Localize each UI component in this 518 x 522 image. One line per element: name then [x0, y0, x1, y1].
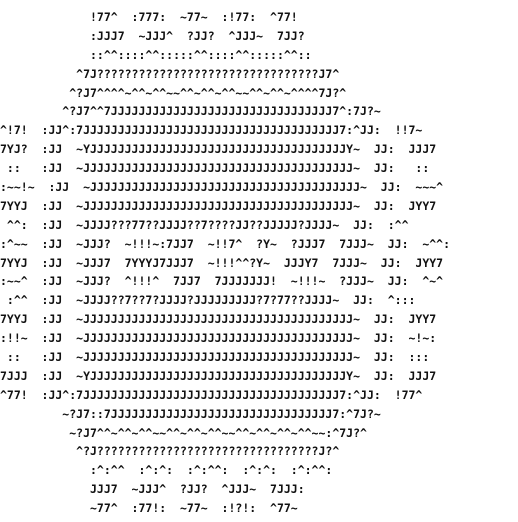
art-line: :~~^ :JJ ~JJJ? ^!!!^ 7JJ7 7JJJJJJJ! ~!!!…: [0, 274, 444, 289]
art-line: 7YYJ :JJ ~JJJJJJJJJJJJJJJJJJJJJJJJJJJJJJ…: [0, 198, 437, 213]
art-line: :!!~ :JJ ~JJJJJJJJJJJJJJJJJJJJJJJJJJJJJJ…: [0, 331, 437, 346]
art-line: ^^: :JJ ~JJJJ???77??JJJJ??7????JJ??JJJJJ…: [0, 217, 409, 232]
art-line: :JJJ7 ~JJJ^ ?JJ? ^JJJ~ 7JJ?: [0, 28, 305, 43]
art-line: ~?J7::7JJJJJJJJJJJJJJJJJJJJJJJJJJJJJJJJ7…: [0, 406, 381, 421]
art-line: 7JJJ :JJ ~YJJJJJJJJJJJJJJJJJJJJJJJJJJJJJ…: [0, 368, 437, 383]
art-line: ^77! :JJ^:7JJJJJJJJJJJJJJJJJJJJJJJJJJJJJ…: [0, 387, 423, 402]
art-line: !77^ :777: ~77~ :!77: ^77!: [0, 10, 298, 24]
art-line: 7YYJ :JJ ~JJJJJJJJJJJJJJJJJJJJJJJJJJJJJJ…: [0, 312, 437, 327]
art-line: ^?J7^^7JJJJJJJJJJJJJJJJJJJJJJJJJJJJJJJJ7…: [0, 104, 381, 119]
art-line: ::^^::::^^:::::^^::::^^:::::^^::: [0, 47, 312, 62]
art-line: :: :JJ ~JJJJJJJJJJJJJJJJJJJJJJJJJJJJJJJJ…: [0, 350, 430, 365]
art-line: 7YYJ :JJ ~JJJ7 7YYYJ7JJJ7 ~!!!^^?Y~ JJJY…: [0, 255, 444, 270]
art-line: ^?J????????????????????????????????J?^: [0, 444, 340, 459]
art-line: 7YJ? :JJ ~YJJJJJJJJJJJJJJJJJJJJJJJJJJJJJ…: [0, 142, 437, 157]
ascii-art-chip: !77^ :777: ~77~ :!77: ^77! :JJJ7 ~JJJ^ ?…: [0, 8, 518, 518]
art-line: :~~!~ :JJ ~JJJJJJJJJJJJJJJJJJJJJJJJJJJJJ…: [0, 180, 444, 195]
art-line: ^?J7^^^^~^^~^^~~^^~^^~^^~~^^~^^~^^^^7J?^: [0, 85, 347, 100]
art-line: :^~~ :JJ ~JJJ? ~!!!~:7JJ7 ~!!7^ ?Y~ ?JJJ…: [0, 236, 451, 251]
art-line: JJJ7 ~JJJ^ ?JJ? ^JJJ~ 7JJJ:: [0, 482, 305, 497]
art-line: :^^ :JJ ~JJJJ??7??7?JJJJ?JJJJJJJJJ?7?77?…: [0, 293, 416, 308]
art-line: ^7J????????????????????????????????J7^: [0, 66, 340, 81]
art-line: ~?J7^^~^^~^^~~^^~^^~^^~~^^~^^~^^~^^~~:^7…: [0, 425, 367, 440]
art-line: ~77^ :77!: ~77~ :!?!: ^77~: [0, 501, 298, 516]
art-line: :^:^^ :^:^: :^:^^: :^:^: :^:^^:: [0, 463, 333, 478]
art-line: :: :JJ ~JJJJJJJJJJJJJJJJJJJJJJJJJJJJJJJJ…: [0, 161, 430, 176]
art-line: ^!7! :JJ^:7JJJJJJJJJJJJJJJJJJJJJJJJJJJJJ…: [0, 123, 423, 138]
